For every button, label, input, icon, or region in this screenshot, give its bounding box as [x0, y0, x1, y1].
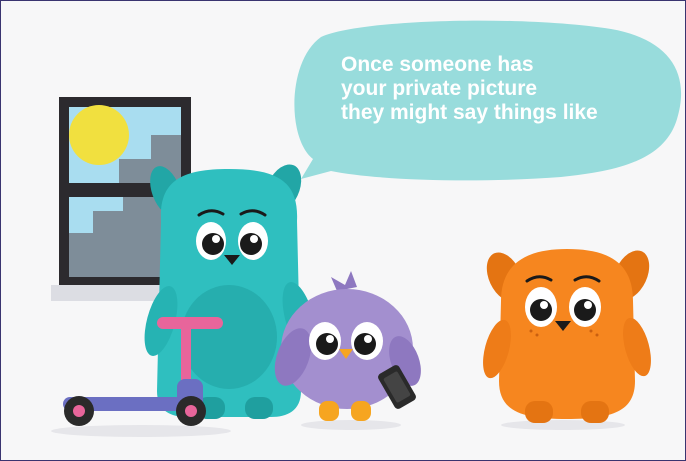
illustration-frame: Once someone has your private picture th… [0, 0, 686, 461]
speech-bubble-text: Once someone has your private picture th… [341, 53, 661, 125]
sun-icon [69, 105, 129, 165]
orange-character [483, 249, 651, 423]
speech-line-2: your private picture [341, 77, 538, 100]
speech-line-1: Once someone has [341, 53, 534, 76]
speech-line-3: they might say things like [341, 101, 598, 124]
